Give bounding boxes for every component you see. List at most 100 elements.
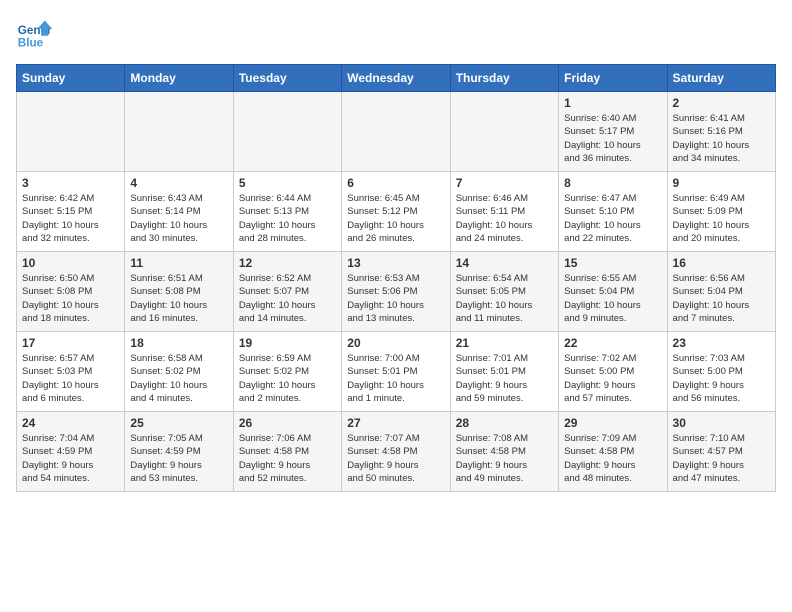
day-number: 20 [347,336,444,350]
day-info: Sunrise: 6:44 AM Sunset: 5:13 PM Dayligh… [239,192,336,245]
calendar-cell: 19 Sunrise: 6:59 AM Sunset: 5:02 PM Dayli… [233,332,341,412]
day-number: 26 [239,416,336,430]
calendar-table: SundayMondayTuesdayWednesdayThursdayFrid… [16,64,776,492]
calendar-cell [342,92,450,172]
calendar-cell: 2Sunrise: 6:41 AM Sunset: 5:16 PM Daylig… [667,92,775,172]
calendar-cell: 29 Sunrise: 7:09 AM Sunset: 4:58 PM Dayli… [559,412,667,492]
calendar-cell: 20 Sunrise: 7:00 AM Sunset: 5:01 PM Dayli… [342,332,450,412]
calendar-cell: 27 Sunrise: 7:07 AM Sunset: 4:58 PM Dayli… [342,412,450,492]
day-number: 25 [130,416,227,430]
day-info: Sunrise: 6:42 AM Sunset: 5:15 PM Dayligh… [22,192,119,245]
logo-icon: General Blue [16,16,52,52]
calendar-cell: 3 Sunrise: 6:42 AM Sunset: 5:15 PM Daylig… [17,172,125,252]
day-number: 13 [347,256,444,270]
calendar-week-1: 1 Sunrise: 6:40 AM Sunset: 5:17 PM Daylig… [17,92,776,172]
day-info: Sunrise: 6:59 AM Sunset: 5:02 PM Dayligh… [239,352,336,405]
day-number: 21 [456,336,553,350]
calendar-cell: 28Sunrise: 7:08 AM Sunset: 4:58 PM Dayli… [450,412,558,492]
day-number: 5 [239,176,336,190]
day-number: 18 [130,336,227,350]
day-number: 8 [564,176,661,190]
calendar-cell: 24 Sunrise: 7:04 AM Sunset: 4:59 PM Dayli… [17,412,125,492]
day-info: Sunrise: 6:40 AM Sunset: 5:17 PM Dayligh… [564,112,661,165]
day-info: Sunrise: 7:04 AM Sunset: 4:59 PM Dayligh… [22,432,119,485]
calendar-cell: 26 Sunrise: 7:06 AM Sunset: 4:58 PM Dayli… [233,412,341,492]
day-number: 4 [130,176,227,190]
day-info: Sunrise: 6:55 AM Sunset: 5:04 PM Dayligh… [564,272,661,325]
calendar-cell: 13 Sunrise: 6:53 AM Sunset: 5:06 PM Dayli… [342,252,450,332]
day-number: 29 [564,416,661,430]
day-number: 10 [22,256,119,270]
weekday-header-sunday: Sunday [17,65,125,92]
day-info: Sunrise: 6:53 AM Sunset: 5:06 PM Dayligh… [347,272,444,325]
calendar-week-4: 17Sunrise: 6:57 AM Sunset: 5:03 PM Dayli… [17,332,776,412]
day-info: Sunrise: 6:58 AM Sunset: 5:02 PM Dayligh… [130,352,227,405]
calendar-cell: 23 Sunrise: 7:03 AM Sunset: 5:00 PM Dayli… [667,332,775,412]
day-info: Sunrise: 6:52 AM Sunset: 5:07 PM Dayligh… [239,272,336,325]
calendar-cell: 17Sunrise: 6:57 AM Sunset: 5:03 PM Dayli… [17,332,125,412]
calendar-cell: 21 Sunrise: 7:01 AM Sunset: 5:01 PM Dayli… [450,332,558,412]
calendar-cell: 6 Sunrise: 6:45 AM Sunset: 5:12 PM Daylig… [342,172,450,252]
day-number: 14 [456,256,553,270]
day-number: 1 [564,96,661,110]
calendar-cell: 9 Sunrise: 6:49 AM Sunset: 5:09 PM Daylig… [667,172,775,252]
day-number: 6 [347,176,444,190]
day-number: 27 [347,416,444,430]
day-info: Sunrise: 7:03 AM Sunset: 5:00 PM Dayligh… [673,352,770,405]
calendar-cell: 12 Sunrise: 6:52 AM Sunset: 5:07 PM Dayli… [233,252,341,332]
day-info: Sunrise: 7:00 AM Sunset: 5:01 PM Dayligh… [347,352,444,405]
day-number: 11 [130,256,227,270]
day-info: Sunrise: 6:56 AM Sunset: 5:04 PM Dayligh… [673,272,770,325]
day-info: Sunrise: 6:47 AM Sunset: 5:10 PM Dayligh… [564,192,661,245]
calendar-cell [17,92,125,172]
day-number: 22 [564,336,661,350]
calendar-cell: 14 Sunrise: 6:54 AM Sunset: 5:05 PM Dayli… [450,252,558,332]
calendar-cell [450,92,558,172]
day-info: Sunrise: 7:02 AM Sunset: 5:00 PM Dayligh… [564,352,661,405]
day-number: 19 [239,336,336,350]
day-info: Sunrise: 6:45 AM Sunset: 5:12 PM Dayligh… [347,192,444,245]
day-info: Sunrise: 7:09 AM Sunset: 4:58 PM Dayligh… [564,432,661,485]
day-number: 3 [22,176,119,190]
day-info: Sunrise: 6:50 AM Sunset: 5:08 PM Dayligh… [22,272,119,325]
day-info: Sunrise: 7:10 AM Sunset: 4:57 PM Dayligh… [673,432,770,485]
day-number: 12 [239,256,336,270]
day-number: 23 [673,336,770,350]
day-number: 30 [673,416,770,430]
day-number: 15 [564,256,661,270]
day-info: Sunrise: 6:54 AM Sunset: 5:05 PM Dayligh… [456,272,553,325]
calendar-cell: 11 Sunrise: 6:51 AM Sunset: 5:08 PM Dayli… [125,252,233,332]
day-info: Sunrise: 6:57 AM Sunset: 5:03 PM Dayligh… [22,352,119,405]
day-info: Sunrise: 7:06 AM Sunset: 4:58 PM Dayligh… [239,432,336,485]
day-number: 24 [22,416,119,430]
weekday-header-tuesday: Tuesday [233,65,341,92]
day-number: 16 [673,256,770,270]
weekday-header-monday: Monday [125,65,233,92]
day-info: Sunrise: 7:05 AM Sunset: 4:59 PM Dayligh… [130,432,227,485]
calendar-cell: 15 Sunrise: 6:55 AM Sunset: 5:04 PM Dayli… [559,252,667,332]
calendar-cell: 10 Sunrise: 6:50 AM Sunset: 5:08 PM Dayli… [17,252,125,332]
calendar-cell: 1 Sunrise: 6:40 AM Sunset: 5:17 PM Daylig… [559,92,667,172]
calendar-cell [125,92,233,172]
weekday-header-saturday: Saturday [667,65,775,92]
calendar-cell [233,92,341,172]
page-header: General Blue [16,16,776,52]
day-info: Sunrise: 7:08 AM Sunset: 4:58 PM Dayligh… [456,432,553,485]
calendar-cell: 25 Sunrise: 7:05 AM Sunset: 4:59 PM Dayli… [125,412,233,492]
calendar-week-2: 3 Sunrise: 6:42 AM Sunset: 5:15 PM Daylig… [17,172,776,252]
logo: General Blue [16,16,54,52]
day-info: Sunrise: 6:46 AM Sunset: 5:11 PM Dayligh… [456,192,553,245]
day-info: Sunrise: 7:07 AM Sunset: 4:58 PM Dayligh… [347,432,444,485]
day-info: Sunrise: 6:49 AM Sunset: 5:09 PM Dayligh… [673,192,770,245]
day-info: Sunrise: 6:43 AM Sunset: 5:14 PM Dayligh… [130,192,227,245]
calendar-cell: 4 Sunrise: 6:43 AM Sunset: 5:14 PM Daylig… [125,172,233,252]
calendar-cell: 7Sunrise: 6:46 AM Sunset: 5:11 PM Daylig… [450,172,558,252]
day-number: 9 [673,176,770,190]
weekday-header-friday: Friday [559,65,667,92]
calendar-cell: 18 Sunrise: 6:58 AM Sunset: 5:02 PM Dayli… [125,332,233,412]
day-info: Sunrise: 6:51 AM Sunset: 5:08 PM Dayligh… [130,272,227,325]
calendar-cell: 8 Sunrise: 6:47 AM Sunset: 5:10 PM Daylig… [559,172,667,252]
day-info: Sunrise: 7:01 AM Sunset: 5:01 PM Dayligh… [456,352,553,405]
calendar-cell: 30 Sunrise: 7:10 AM Sunset: 4:57 PM Dayli… [667,412,775,492]
calendar-cell: 22 Sunrise: 7:02 AM Sunset: 5:00 PM Dayli… [559,332,667,412]
